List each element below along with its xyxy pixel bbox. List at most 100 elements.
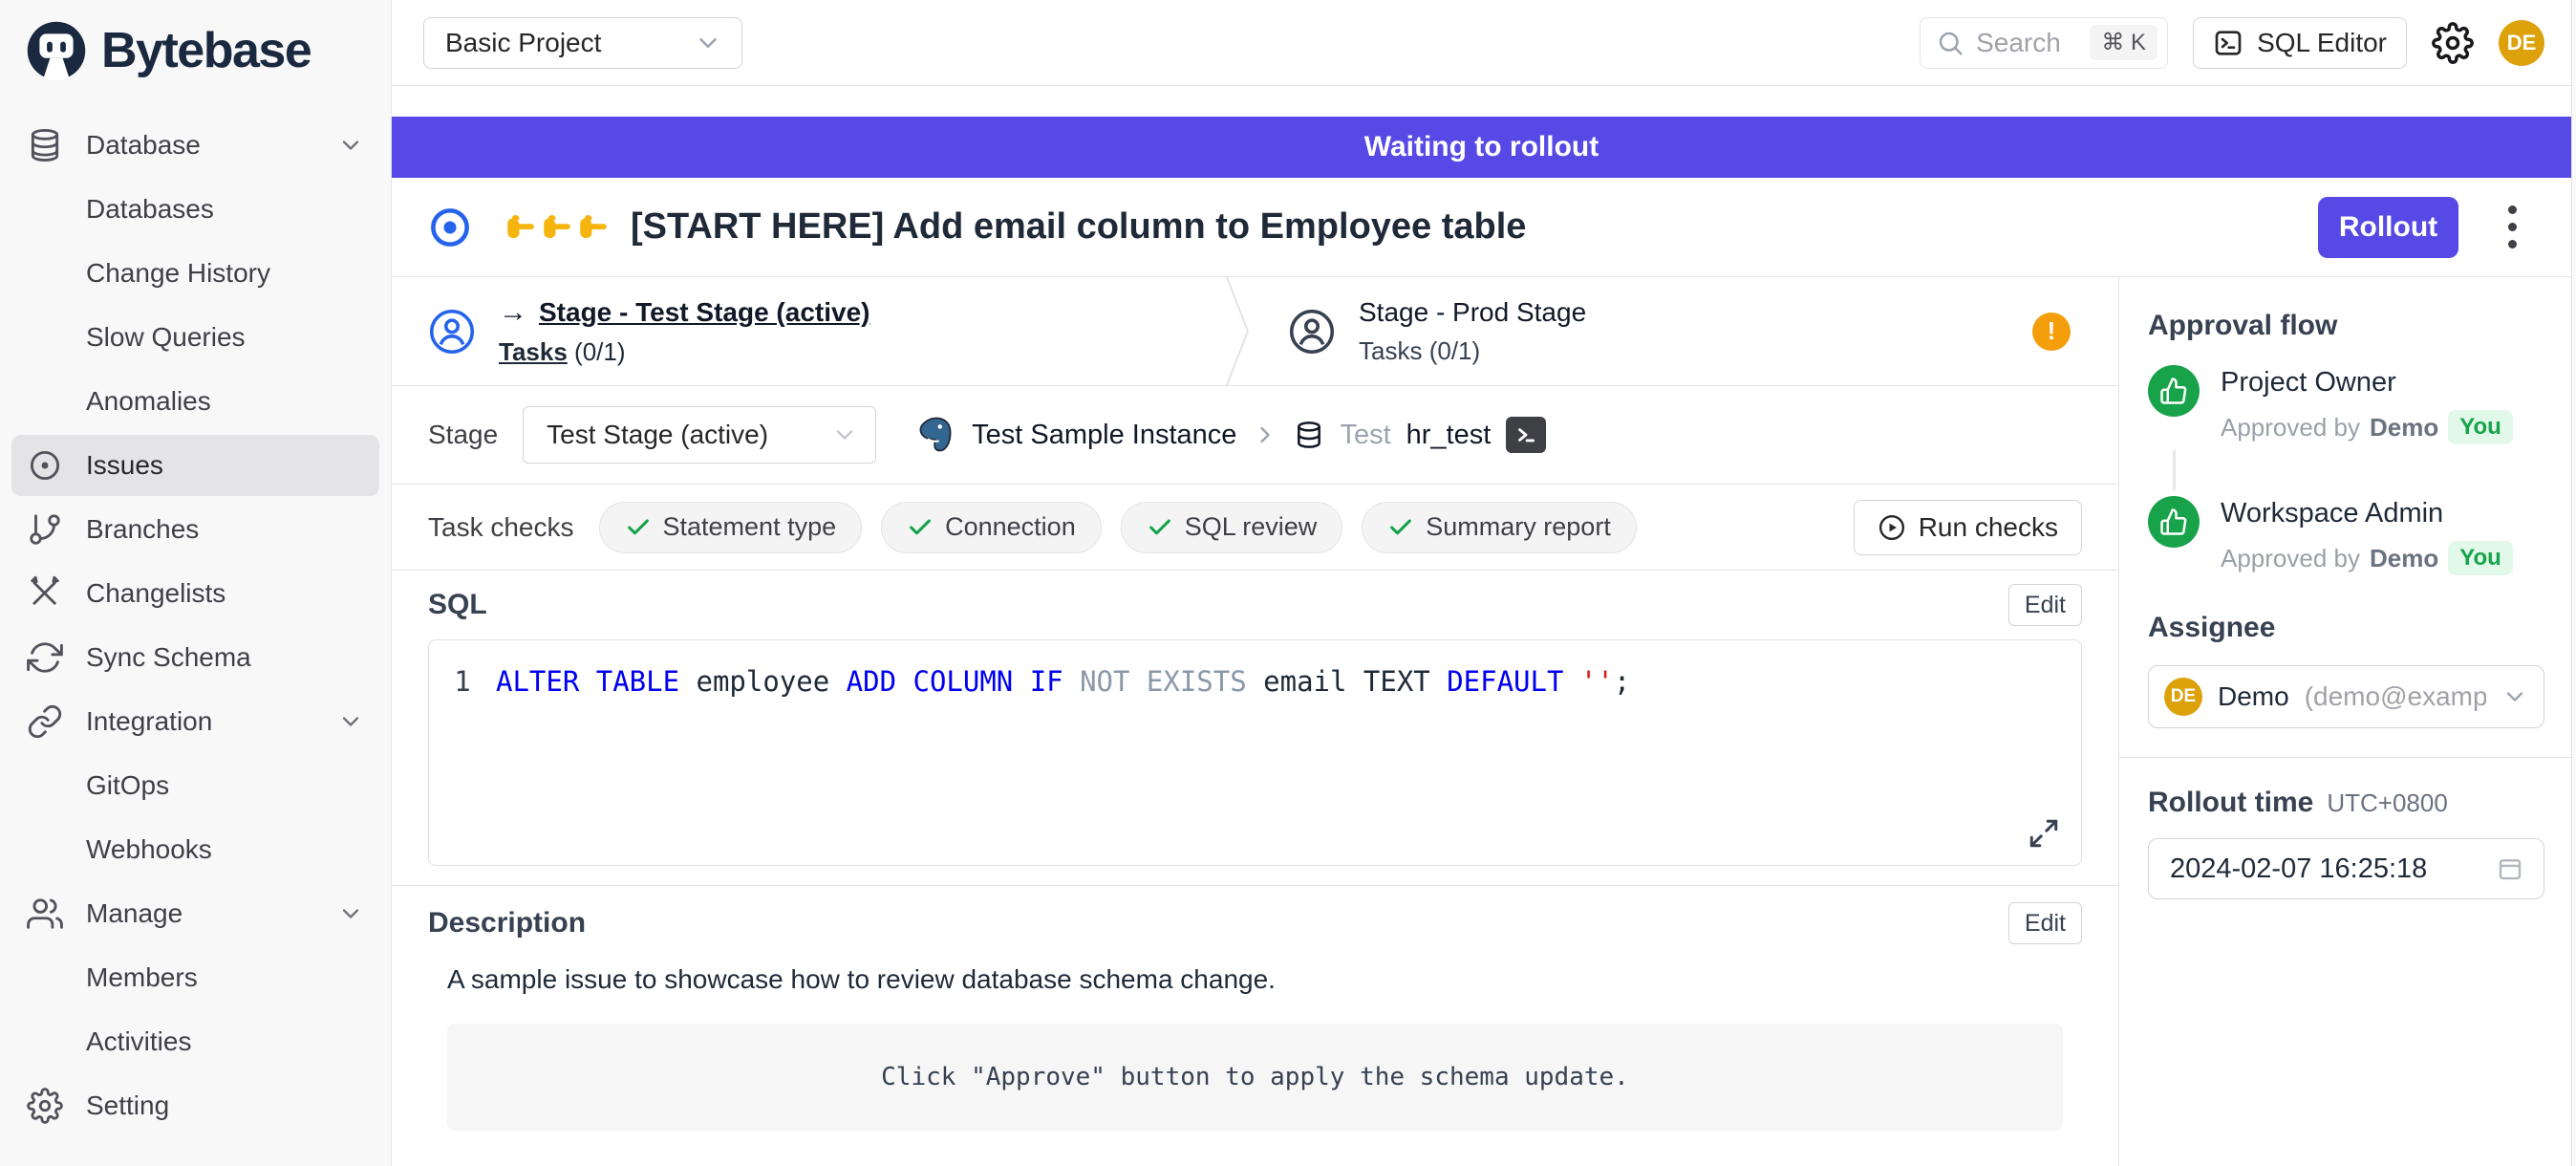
sql-section: SQL Edit 1 ALTER TABLE employee ADD COLU… <box>392 571 2118 886</box>
sql-token: email TEXT <box>1263 665 1447 698</box>
rollout-time-heading: Rollout time <box>2148 787 2313 819</box>
sidebar-item-database[interactable]: Database <box>11 115 379 176</box>
description-section: Description Edit A sample issue to showc… <box>392 886 2118 1131</box>
approval-role: Workspace Admin <box>2221 498 2513 529</box>
check-icon <box>625 514 652 541</box>
sidebar-item-label: Slow Queries <box>86 322 246 353</box>
project-selector-value: Basic Project <box>445 28 601 58</box>
sidebar-item-label: Issues <box>86 450 163 481</box>
search-input[interactable]: Search ⌘ K <box>1920 17 2168 69</box>
sidebar-item-label: Database <box>86 130 201 161</box>
sidebar-item-integration[interactable]: Integration <box>11 691 379 752</box>
sidebar-item-slow-queries[interactable]: Slow Queries <box>11 307 379 368</box>
expand-editor-icon[interactable] <box>2028 817 2060 850</box>
sql-edit-button[interactable]: Edit <box>2008 584 2082 626</box>
stage-tab-prod[interactable]: Stage - Prod Stage Tasks (0/1) ! <box>1252 277 2118 385</box>
sidebar-item-gitops[interactable]: GitOps <box>11 755 379 816</box>
chevron-down-icon <box>337 900 364 927</box>
sidebar-item-sync-schema[interactable]: Sync Schema <box>11 627 379 688</box>
rollout-button[interactable]: Rollout <box>2318 197 2458 258</box>
instance-link[interactable]: Test Sample Instance <box>972 420 1236 451</box>
project-selector[interactable]: Basic Project <box>423 17 742 69</box>
check-sql-review[interactable]: SQL review <box>1121 502 1343 553</box>
approved-thumbs-up-icon <box>2148 496 2200 548</box>
search-shortcut-badge: ⌘ K <box>2090 25 2157 60</box>
sidebar-divider <box>2119 757 2571 758</box>
database-icon <box>1294 420 1324 450</box>
description-edit-button[interactable]: Edit <box>2008 902 2082 944</box>
run-checks-label: Run checks <box>1919 512 2058 543</box>
settings-gear-icon[interactable] <box>2432 22 2474 64</box>
gear-icon <box>27 1088 63 1124</box>
chevron-down-icon <box>2501 683 2528 710</box>
sql-editor-button[interactable]: SQL Editor <box>2193 17 2407 69</box>
stage-person-icon <box>1288 308 1336 356</box>
assignee-selector[interactable]: DE Demo (demo@example <box>2148 665 2544 728</box>
user-avatar[interactable]: DE <box>2499 20 2544 66</box>
chevron-down-icon <box>831 421 858 448</box>
pointing-hands-emoji <box>503 210 610 245</box>
database-link[interactable]: hr_test <box>1406 420 1492 451</box>
attention-badge: ! <box>2032 313 2071 351</box>
approval-flow-heading: Approval flow <box>2148 310 2544 342</box>
calendar-icon[interactable] <box>2496 854 2524 883</box>
changelist-pencils-icon <box>27 575 63 612</box>
more-options-kebab-icon[interactable] <box>2491 201 2533 254</box>
issue-content: → Stage - Test Stage (active) Tasks (0/1… <box>392 277 2118 1166</box>
sidebar-item-label: Setting <box>86 1090 169 1121</box>
sidebar-item-activities[interactable]: Activities <box>11 1011 379 1072</box>
sidebar-item-change-history[interactable]: Change History <box>11 243 379 304</box>
task-checks-row: Task checks Statement type Connection SQ… <box>392 485 2118 571</box>
issue-sidebar: Approval flow Project Owner Approved by … <box>2118 277 2571 1166</box>
bytebase-logo-icon <box>25 19 88 82</box>
approval-step-project-owner: Project Owner Approved by Demo You <box>2148 365 2544 444</box>
sidebar-item-label: Members <box>86 962 198 993</box>
sidebar-item-label: Manage <box>86 898 182 929</box>
assignee-name: Demo <box>2218 681 2289 712</box>
issue-title: [START HERE] Add email column to Employe… <box>631 206 1526 248</box>
check-icon <box>1147 514 1173 541</box>
sync-refresh-icon <box>27 639 63 676</box>
terminal-icon <box>2213 28 2243 58</box>
sidebar-item-databases[interactable]: Databases <box>11 179 379 240</box>
stage-prod-tasks-label: Tasks <box>1359 336 1422 365</box>
check-connection[interactable]: Connection <box>881 502 1102 553</box>
sidebar-item-members[interactable]: Members <box>11 947 379 1008</box>
approval-connector <box>2173 450 2176 490</box>
approval-status: Approved by <box>2221 413 2360 443</box>
rollout-time-input[interactable]: 2024-02-07 16:25:18 <box>2148 838 2544 899</box>
topbar-right: Search ⌘ K SQL Editor DE <box>1920 17 2544 69</box>
open-sql-editor-icon[interactable] <box>1506 417 1546 453</box>
stage-test-tasks-count: (0/1) <box>574 337 625 366</box>
sidebar-item-setting[interactable]: Setting <box>11 1075 379 1136</box>
stage-test-title: Stage - Test Stage (active) <box>539 297 869 327</box>
you-badge: You <box>2448 541 2513 575</box>
sidebar-item-label: Activities <box>86 1026 191 1057</box>
scrollbar-gutter[interactable] <box>2571 0 2576 1166</box>
issue-circle-dot-icon <box>27 447 63 484</box>
sidebar-item-branches[interactable]: Branches <box>11 499 379 560</box>
sidebar-item-webhooks[interactable]: Webhooks <box>11 819 379 880</box>
sidebar-item-issues[interactable]: Issues <box>11 435 379 496</box>
stage-selector[interactable]: Test Stage (active) <box>523 406 876 464</box>
check-icon <box>1387 514 1414 541</box>
run-checks-button[interactable]: Run checks <box>1854 500 2082 555</box>
check-statement-type[interactable]: Statement type <box>599 502 863 553</box>
issue-status-icon <box>428 205 472 249</box>
approval-role: Project Owner <box>2221 367 2513 399</box>
approver-name: Demo <box>2370 413 2438 443</box>
sql-editor[interactable]: 1 ALTER TABLE employee ADD COLUMN IF NOT… <box>428 639 2082 866</box>
stage-person-icon <box>428 308 476 356</box>
bytebase-logo[interactable]: Bytebase <box>11 11 379 90</box>
sidebar-item-label: Databases <box>86 194 214 225</box>
sidebar-item-manage[interactable]: Manage <box>11 883 379 944</box>
assignee-heading: Assignee <box>2148 612 2544 644</box>
sidebar-item-changelists[interactable]: Changelists <box>11 563 379 624</box>
stage-test-tasks-link[interactable]: Tasks <box>499 337 568 366</box>
check-label: Statement type <box>663 512 837 542</box>
stage-tab-test[interactable]: → Stage - Test Stage (active) Tasks (0/1… <box>392 277 1223 385</box>
stage-selector-value: Test Stage (active) <box>547 420 768 450</box>
check-summary-report[interactable]: Summary report <box>1362 502 1637 553</box>
sidebar-item-anomalies[interactable]: Anomalies <box>11 371 379 432</box>
status-banner: Waiting to rollout <box>392 117 2571 178</box>
